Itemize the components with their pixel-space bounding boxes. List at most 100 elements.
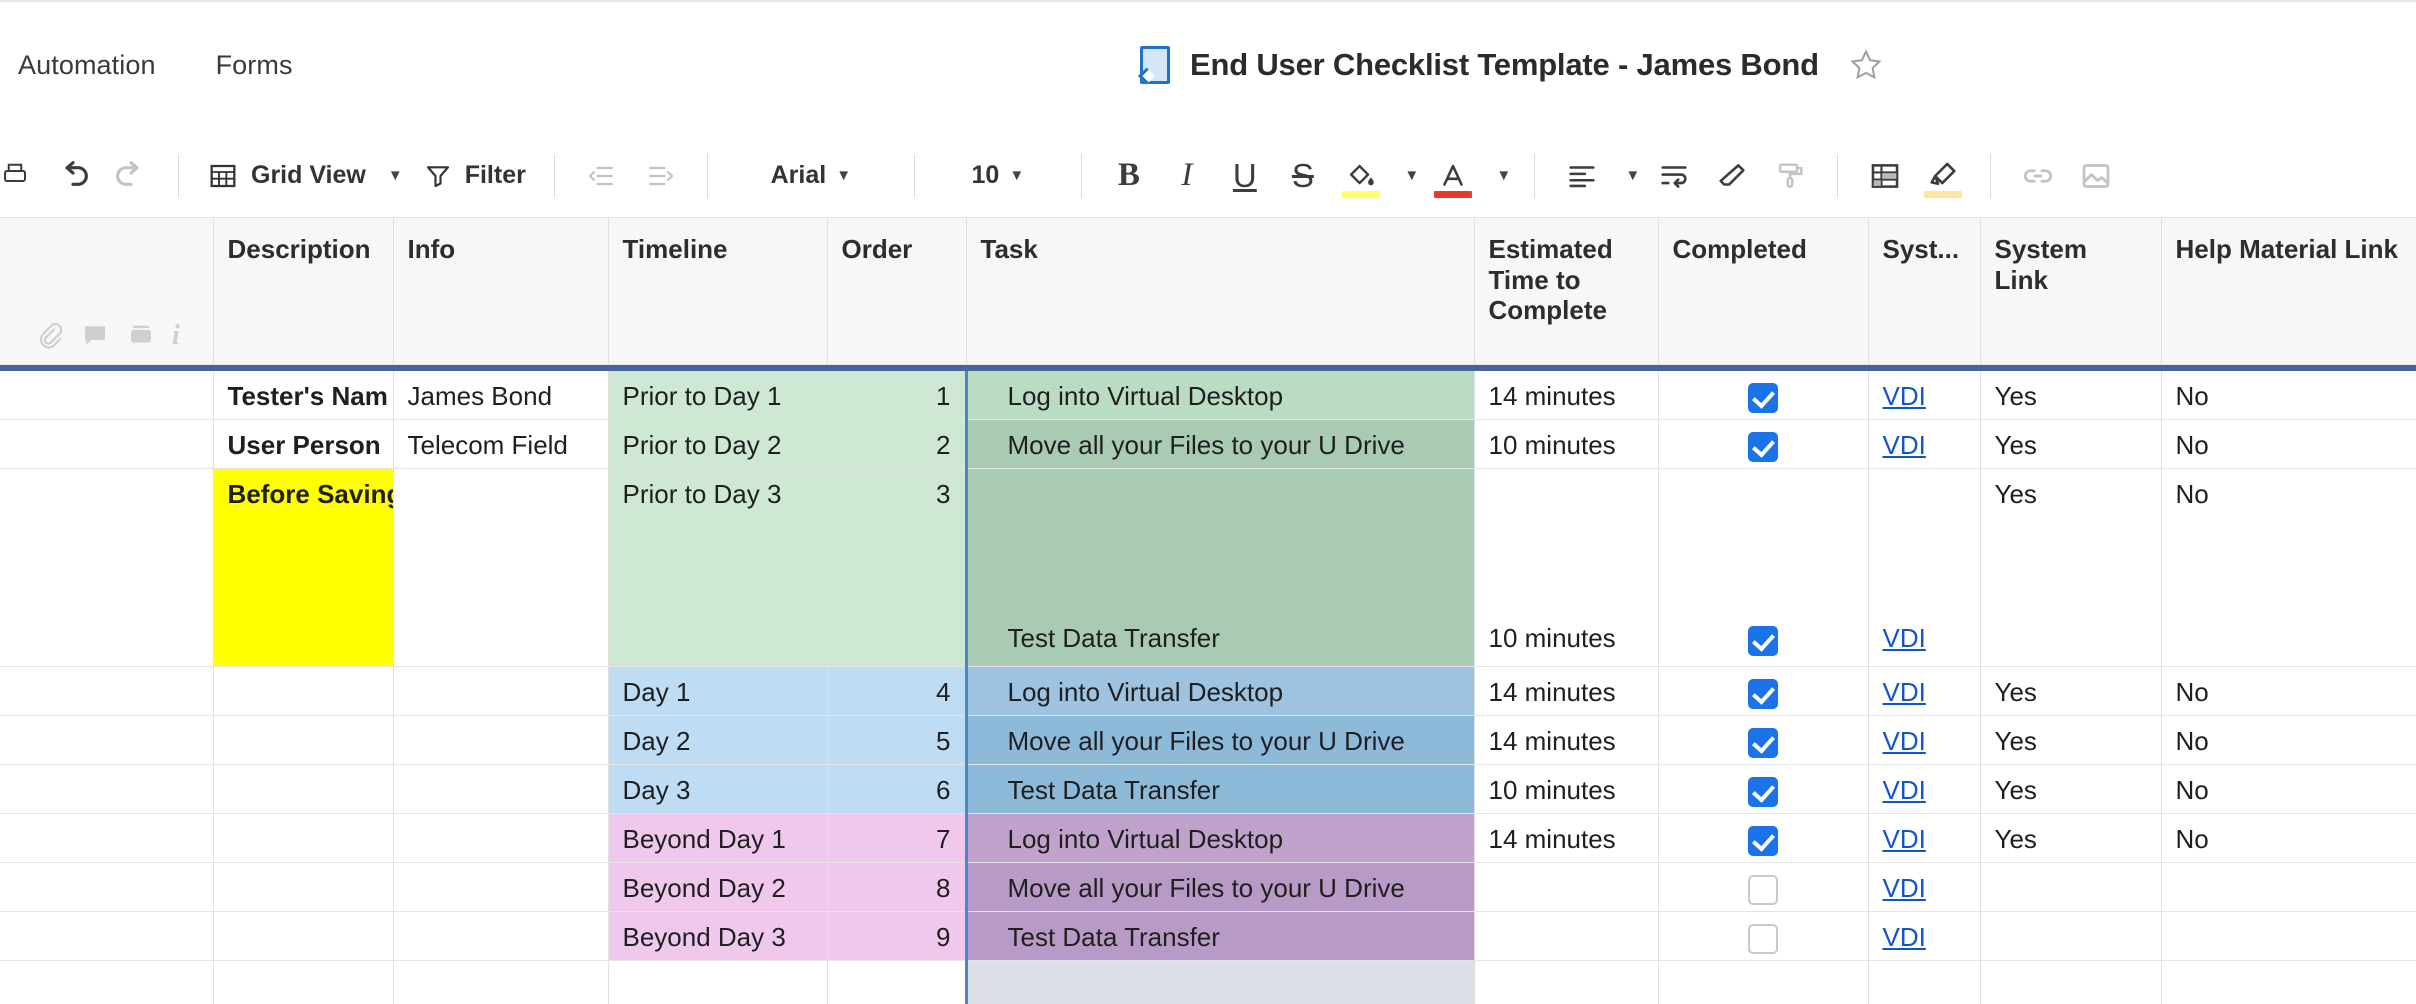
help-material-link-cell[interactable]: No: [2161, 370, 2416, 420]
estimated-time-cell[interactable]: 14 minutes: [1474, 370, 1659, 420]
estimated-time-cell[interactable]: 10 minutes: [1474, 764, 1659, 814]
chevron-down-icon[interactable]: ▼: [388, 167, 403, 184]
indent-increase-button[interactable]: [631, 147, 689, 205]
strikethrough-button[interactable]: S: [1274, 147, 1332, 205]
col-header-estimated-time[interactable]: Estimated Time to Complete: [1474, 218, 1659, 365]
attachment-icon[interactable]: [34, 320, 64, 350]
row-number-cell[interactable]: [0, 370, 214, 420]
table-row[interactable]: Day 3 6 Test Data Transfer 10 minutes VDI Yes…: [0, 764, 2416, 814]
order-cell[interactable]: [827, 960, 967, 1004]
help-material-link-cell[interactable]: No: [2161, 468, 2416, 667]
info-cell[interactable]: James Bond: [393, 370, 609, 420]
star-icon[interactable]: [1849, 48, 1883, 82]
system-link-vdi[interactable]: VDI: [1883, 873, 1926, 903]
col-header-help-material-link[interactable]: Help Material Link: [2161, 218, 2416, 365]
undo-button[interactable]: [44, 147, 102, 205]
order-cell[interactable]: 7: [827, 813, 967, 863]
help-material-link-cell[interactable]: No: [2161, 715, 2416, 765]
help-material-link-cell[interactable]: No: [2161, 813, 2416, 863]
system-link-vdi[interactable]: VDI: [1883, 726, 1926, 756]
grid-view-button[interactable]: Grid View ▼: [197, 147, 413, 205]
table-row[interactable]: Day 2 5 Move all your Files to your U Driv…: [0, 715, 2416, 765]
info-cell[interactable]: [393, 862, 609, 912]
format-painter-button[interactable]: [1761, 147, 1819, 205]
clear-format-button[interactable]: [1703, 147, 1761, 205]
estimated-time-cell[interactable]: [1474, 862, 1659, 912]
system-link-cell[interactable]: Yes: [1980, 370, 2162, 420]
checkbox-checked[interactable]: [1748, 679, 1778, 710]
order-cell[interactable]: 1: [827, 370, 967, 420]
description-cell[interactable]: [213, 764, 394, 814]
order-cell[interactable]: 9: [827, 911, 967, 961]
description-cell[interactable]: [213, 911, 394, 961]
description-cell[interactable]: [213, 960, 394, 1004]
fill-color-button[interactable]: [1332, 147, 1390, 205]
sheet-rows[interactable]: Tester's Nam James Bond Prior to Day 1 1 Log…: [0, 370, 2416, 1004]
system-cell[interactable]: VDI: [1868, 862, 1981, 912]
task-cell[interactable]: Move all your Files to your U Drive: [964, 715, 1475, 765]
system-link-cell[interactable]: Yes: [1980, 813, 2162, 863]
table-row[interactable]: Day 1 4 Log into Virtual Desktop 14 minutes…: [0, 666, 2416, 716]
align-button[interactable]: [1553, 147, 1611, 205]
table-row[interactable]: User Person Telecom Field Prior to Day 22M…: [0, 419, 2416, 469]
help-material-link-cell[interactable]: [2161, 960, 2416, 1004]
task-cell[interactable]: Test Data Transfer: [964, 911, 1475, 961]
checkbox-checked[interactable]: [1748, 626, 1778, 656]
estimated-time-cell[interactable]: 10 minutes: [1474, 419, 1659, 469]
table-row[interactable]: Beyond Day 2 8 Move all your Files to your…: [0, 862, 2416, 912]
proof-icon[interactable]: [126, 320, 156, 350]
system-link-vdi[interactable]: VDI: [1883, 381, 1926, 411]
row-number-cell[interactable]: [0, 419, 214, 469]
task-cell[interactable]: Log into Virtual Desktop: [964, 370, 1475, 420]
completed-cell[interactable]: [1658, 862, 1869, 912]
completed-cell[interactable]: [1658, 370, 1869, 420]
col-header-description[interactable]: Description: [213, 218, 394, 365]
table-row[interactable]: Tester's Nam James Bond Prior to Day 1 1 Log…: [0, 370, 2416, 420]
system-link-vdi[interactable]: VDI: [1883, 623, 1926, 653]
task-cell[interactable]: Move all your Files to your U Drive: [964, 419, 1475, 469]
help-material-link-cell[interactable]: [2161, 911, 2416, 961]
filter-button[interactable]: Filter: [413, 147, 536, 205]
system-cell[interactable]: VDI: [1868, 911, 1981, 961]
fill-color-dropdown[interactable]: ▼: [1390, 147, 1424, 205]
text-color-button[interactable]: [1424, 147, 1482, 205]
system-link-cell[interactable]: Yes: [1980, 419, 2162, 469]
table-row[interactable]: Beyond Day 1 7 Log into Virtual Desktop 14 …: [0, 813, 2416, 863]
description-cell[interactable]: [213, 862, 394, 912]
description-cell[interactable]: [213, 715, 394, 765]
row-number-cell[interactable]: [0, 862, 214, 912]
task-cell[interactable]: Test Data Transfer: [964, 764, 1475, 814]
redo-button[interactable]: [102, 147, 160, 205]
row-number-cell[interactable]: [0, 911, 214, 961]
align-dropdown[interactable]: ▼: [1611, 147, 1645, 205]
checkbox-checked[interactable]: [1748, 382, 1778, 413]
system-cell[interactable]: VDI: [1868, 666, 1981, 716]
checkbox-checked[interactable]: [1748, 728, 1778, 759]
description-cell[interactable]: [213, 813, 394, 863]
cell-borders-button[interactable]: [1856, 147, 1914, 205]
indent-decrease-button[interactable]: [573, 147, 631, 205]
row-number-cell[interactable]: [0, 468, 214, 667]
info-cell[interactable]: [393, 960, 609, 1004]
task-cell[interactable]: [964, 960, 1475, 1004]
system-cell[interactable]: VDI: [1868, 419, 1981, 469]
task-cell[interactable]: Log into Virtual Desktop: [964, 666, 1475, 716]
order-cell[interactable]: 5: [827, 715, 967, 765]
checkbox-unchecked[interactable]: [1748, 875, 1778, 906]
spreadsheet-grid[interactable]: i Description Info Timeline Order Task E…: [0, 218, 2416, 1004]
col-header-task[interactable]: Task: [966, 218, 1475, 365]
timeline-cell[interactable]: Day 2: [608, 715, 828, 765]
system-cell[interactable]: VDI: [1868, 468, 1981, 667]
timeline-cell[interactable]: Prior to Day 2: [608, 419, 828, 469]
row-number-cell[interactable]: [0, 764, 214, 814]
order-cell[interactable]: 2: [827, 419, 967, 469]
timeline-cell[interactable]: Beyond Day 2: [608, 862, 828, 912]
task-cell[interactable]: Move all your Files to your U Drive: [964, 862, 1475, 912]
info-cell[interactable]: [393, 764, 609, 814]
checkbox-checked[interactable]: [1748, 777, 1778, 808]
comment-icon[interactable]: [80, 320, 110, 350]
timeline-cell[interactable]: Prior to Day 1: [608, 370, 828, 420]
timeline-cell[interactable]: Day 1: [608, 666, 828, 716]
checkbox-checked[interactable]: [1748, 826, 1778, 857]
bold-button[interactable]: B: [1100, 147, 1158, 205]
